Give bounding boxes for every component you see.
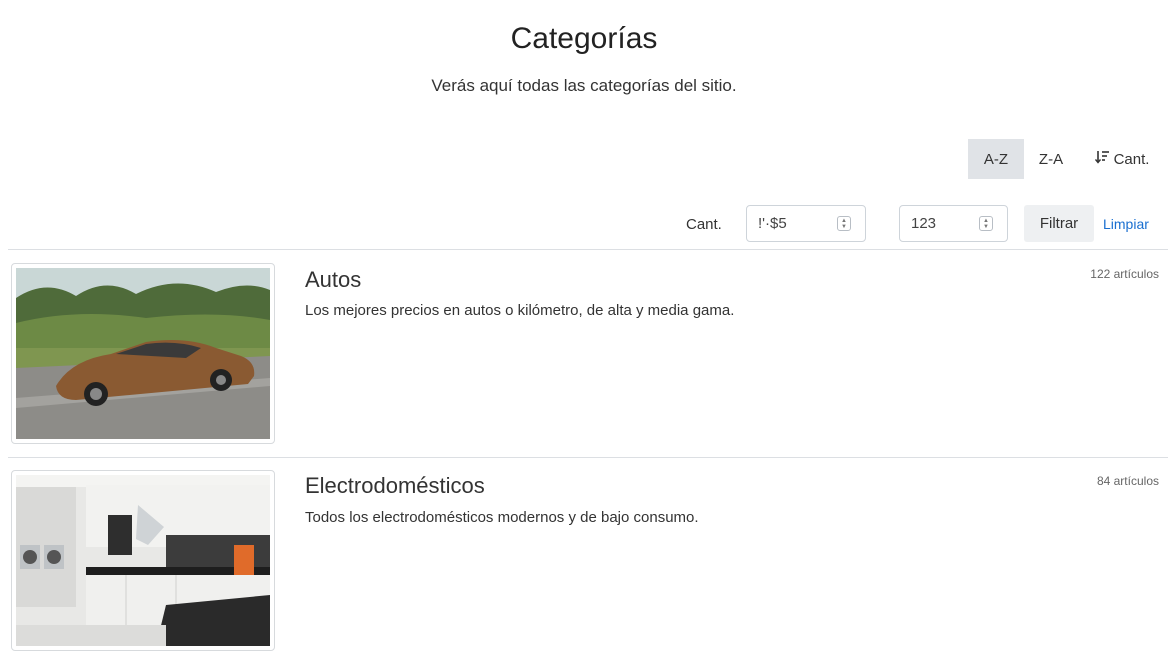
category-description: Los mejores precios en autos o kilómetro… [305,302,735,319]
kitchen-photo-icon [16,475,270,646]
category-item-electrodomesticos[interactable]: Electrodomésticos Todos los electrodomés… [0,458,1168,655]
sort-button-group: A-Z Z-A Cant. [968,139,1166,179]
category-count: 84 artículos [1096,474,1159,488]
max-count-stepper-icon[interactable]: ▲ ▼ [979,216,993,231]
car-photo-icon [16,268,270,439]
category-image-electrodomesticos[interactable] [11,470,275,651]
filter-count-label: Cant. [686,216,722,233]
sort-za-button[interactable]: Z-A [1024,139,1078,179]
min-count-input[interactable]: !'·$5 ▲ ▼ [746,205,866,242]
max-count-value: 123 [911,215,937,232]
category-image-autos[interactable] [11,263,275,444]
page-subtitle: Verás aquí todas las categorías del siti… [431,76,737,95]
filter-button[interactable]: Filtrar [1024,205,1094,242]
sort-az-button[interactable]: A-Z [968,139,1024,179]
sort-count-label: Cant. [1113,150,1150,168]
min-count-stepper-icon[interactable]: ▲ ▼ [837,216,851,231]
min-count-value: !'·$5 [758,215,787,232]
category-count: 122 artículos [1090,267,1159,281]
category-description: Todos los electrodomésticos modernos y d… [305,509,699,526]
category-name[interactable]: Electrodomésticos [305,473,485,499]
max-count-input[interactable]: 123 ▲ ▼ [899,205,1008,242]
sort-amount-down-icon [1094,150,1110,168]
clear-filter-link[interactable]: Limpiar [1103,216,1149,232]
sort-count-button[interactable]: Cant. [1078,139,1166,179]
category-name[interactable]: Autos [305,267,361,293]
category-item-autos[interactable]: Autos Los mejores precios en autos o kil… [0,250,1168,457]
page-title: Categorías [510,22,658,55]
